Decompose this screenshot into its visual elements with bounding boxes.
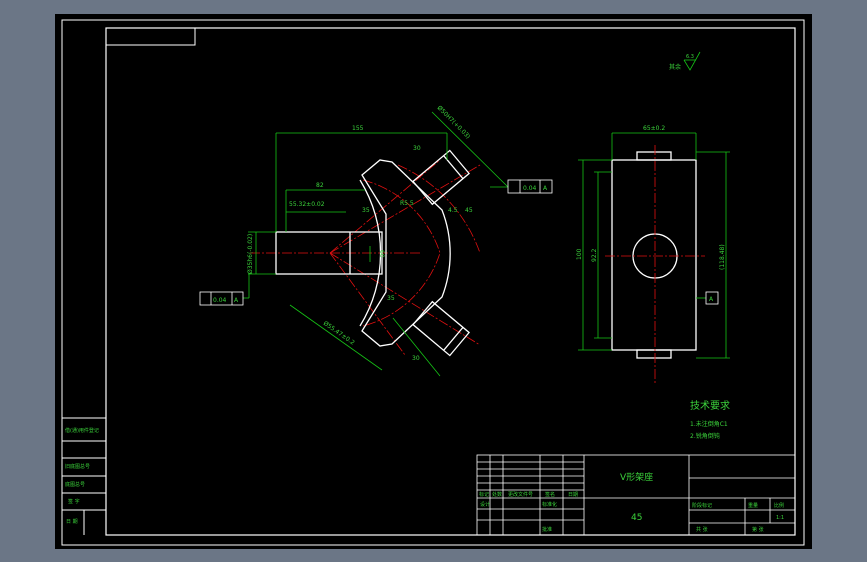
- dim-shaft-tol: 55.32±0.02: [289, 201, 325, 208]
- dim-ang-b: 45: [465, 207, 473, 214]
- side-outer-dim: (118.48): [719, 244, 726, 270]
- tb-sheet-no: 第 张: [752, 526, 764, 533]
- left-strip-label-4: 底图总号: [65, 481, 85, 488]
- part-material: 45: [631, 513, 642, 523]
- side-width-dim: 65±0.2: [643, 125, 665, 132]
- dim-slot-bottom: 30: [412, 355, 420, 362]
- cad-drawing-canvas: 借(通)用件登记 旧底图总号 底图总号 签 字 日 期 0.04 A 0.04 …: [0, 0, 867, 562]
- tech-req-item-2: 2.锐角倒钝: [690, 432, 720, 440]
- left-strip-label-3: 旧底图总号: [65, 463, 90, 470]
- tb-scale-value: 1:1: [776, 515, 784, 521]
- side-height-dim: 100: [576, 248, 583, 260]
- part-name: V形架座: [620, 471, 653, 483]
- tb-stage: 阶段标记: [692, 502, 712, 509]
- dim-center-len: 60: [378, 250, 385, 258]
- tb-sign: 签名: [545, 491, 555, 498]
- left-strip-label-5: 签 字: [68, 498, 80, 505]
- tb-weight: 重量: [748, 502, 758, 509]
- datum-left-tol: 0.04: [213, 297, 227, 304]
- drawing-sheet: [55, 14, 812, 549]
- tech-req-item-1: 1.未注倒角C1: [690, 420, 728, 428]
- dim-mid-82: 82: [316, 182, 324, 189]
- tb-sheet-total: 共 张: [696, 526, 708, 533]
- tb-design: 设计: [480, 501, 490, 508]
- tech-req-title: 技术要求: [690, 399, 730, 412]
- tb-count: 处数: [492, 491, 502, 498]
- dim-top-155: 155: [352, 125, 364, 132]
- left-strip-label-6: 日 期: [66, 519, 78, 525]
- roughness-label: 其余: [669, 63, 681, 71]
- dim-angle-top: 35: [362, 207, 370, 214]
- dim-ang-a: 4.5: [448, 207, 458, 214]
- tb-approve: 批准: [542, 526, 552, 533]
- side-inner-dim: 92.2: [591, 248, 598, 262]
- tb-scale: 比例: [774, 502, 784, 509]
- dim-radius: R5.5: [400, 200, 414, 207]
- datum-top-tol: 0.04: [523, 185, 537, 192]
- tb-date: 日期: [568, 492, 578, 498]
- dim-slot-top: 30: [413, 145, 421, 152]
- tb-mark: 标记: [479, 491, 489, 498]
- tb-standard: 标准化: [542, 501, 557, 508]
- left-strip-label-1: 借(通)用件登记: [65, 427, 99, 434]
- dim-angle-bottom: 35: [387, 295, 395, 302]
- dim-shaft-dia: Ø35h6(-0.02): [247, 234, 254, 274]
- roughness-value: 6.3: [686, 54, 694, 60]
- tb-change-doc: 更改文件号: [508, 491, 533, 498]
